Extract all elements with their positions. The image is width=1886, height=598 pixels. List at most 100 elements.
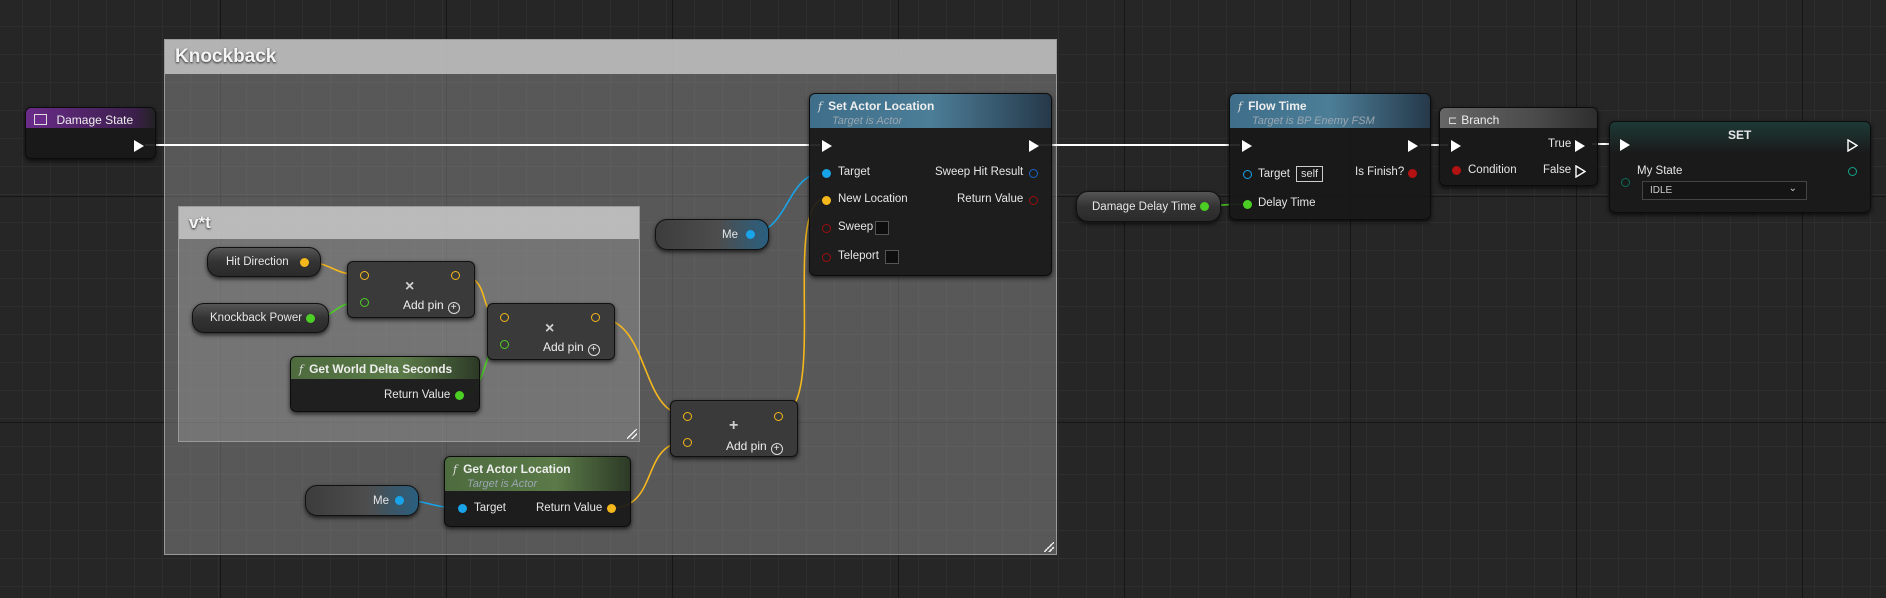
vector-out-pin[interactable]: [774, 412, 783, 421]
bool-in-pin[interactable]: [822, 253, 831, 262]
float-in-pin[interactable]: [1243, 200, 1252, 209]
sweep-label: Sweep: [838, 221, 874, 233]
false-label: False: [1543, 164, 1572, 176]
add-pin-label: Add pin: [543, 340, 584, 354]
byte-out-pin[interactable]: [1848, 167, 1857, 176]
resize-handle[interactable]: [627, 429, 637, 439]
damage-state-node[interactable]: Damage State: [25, 107, 156, 159]
exec-out-pin[interactable]: [1408, 140, 1418, 152]
add-pin-label: Add pin: [726, 439, 767, 453]
bool-out-pin[interactable]: [1029, 196, 1038, 205]
knockback-power-label: Knockback Power: [210, 312, 303, 324]
knockback-power-node[interactable]: Knockback Power: [192, 303, 329, 333]
exec-in-pin[interactable]: [1242, 140, 1252, 152]
bool-in-pin[interactable]: [822, 224, 831, 233]
get-actor-location-node[interactable]: f Get Actor Location Target is Actor Targ…: [444, 456, 631, 527]
add-pin-icon: +: [447, 302, 460, 314]
return-value-label: Return Value: [957, 193, 1024, 205]
flow-time-subtitle: Target is BP Enemy FSM: [1252, 115, 1375, 127]
float-out-pin[interactable]: [455, 391, 464, 400]
exec-out-pin[interactable]: [1029, 140, 1039, 152]
vector-out-pin[interactable]: [591, 313, 600, 322]
multiply-op-icon: ×: [405, 278, 415, 295]
return-value-label: Return Value: [384, 389, 451, 401]
add-pin-button[interactable]: Add pin +: [543, 340, 600, 356]
multiply-node-1[interactable]: × Add pin +: [347, 261, 475, 318]
float-out-pin[interactable]: [306, 314, 315, 323]
node-header: f Get World Delta Seconds: [291, 357, 479, 379]
vector-in-pin[interactable]: [500, 313, 509, 322]
sweep-hit-result-label: Sweep Hit Result: [935, 166, 1024, 178]
add-pin-icon: +: [587, 344, 600, 356]
my-state-value: IDLE: [1650, 185, 1673, 196]
function-icon: f: [818, 100, 823, 113]
teleport-label: Teleport: [838, 250, 879, 262]
object-in-pin[interactable]: [458, 504, 467, 513]
knockback-comment-title[interactable]: Knockback: [165, 40, 1056, 74]
hit-direction-label: Hit Direction: [226, 256, 289, 268]
resize-handle[interactable]: [1044, 542, 1054, 552]
set-actor-location-subtitle: Target is Actor: [832, 115, 903, 127]
vector-out-pin[interactable]: [451, 271, 460, 280]
flow-time-node[interactable]: f Flow Time Target is BP Enemy FSM Target…: [1229, 93, 1431, 220]
add-pin-button[interactable]: Add pin +: [403, 298, 460, 314]
target-self-field[interactable]: self: [1296, 166, 1324, 182]
object-out-pin[interactable]: [746, 230, 755, 239]
my-state-dropdown[interactable]: IDLE ⌄: [1642, 181, 1807, 200]
flow-time-title: Flow Time: [1248, 99, 1307, 113]
get-world-delta-seconds-node[interactable]: f Get World Delta Seconds Return Value: [290, 356, 480, 412]
multiply-op-icon: ×: [545, 320, 555, 337]
vector-in-pin[interactable]: [822, 196, 831, 205]
set-node[interactable]: SET My State IDLE ⌄: [1609, 121, 1871, 213]
set-title: SET: [1728, 128, 1752, 142]
new-location-label: New Location: [838, 193, 908, 205]
hit-direction-node[interactable]: Hit Direction: [207, 247, 321, 277]
me-node-bottom[interactable]: Me: [305, 485, 419, 516]
exec-in-pin[interactable]: [1451, 140, 1461, 152]
set-actor-location-title: Set Actor Location: [828, 99, 935, 113]
vector-out-pin[interactable]: [607, 504, 616, 513]
damage-delay-time-label: Damage Delay Time: [1092, 201, 1197, 213]
byte-in-pin[interactable]: [1621, 178, 1630, 187]
add-pin-button[interactable]: Add pin +: [726, 439, 783, 455]
exec-false-pin[interactable]: [1575, 165, 1586, 178]
vector-out-pin[interactable]: [300, 258, 309, 267]
exec-in-pin[interactable]: [822, 140, 832, 152]
sweep-checkbox[interactable]: [875, 221, 889, 235]
object-out-pin[interactable]: [395, 496, 404, 505]
me-node-top[interactable]: Me: [655, 219, 769, 250]
add-node[interactable]: + Add pin +: [670, 400, 798, 457]
bool-in-pin[interactable]: [1452, 166, 1461, 175]
me-label: Me: [373, 495, 389, 507]
bool-out-pin[interactable]: [1408, 169, 1417, 178]
vector-in-pin[interactable]: [360, 271, 369, 280]
exec-out-pin[interactable]: [134, 140, 144, 152]
branch-node[interactable]: ⊏ Branch True Condition False: [1439, 107, 1598, 186]
float-in-pin[interactable]: [360, 298, 369, 307]
multiply-node-2[interactable]: × Add pin +: [487, 303, 615, 360]
damage-delay-time-node[interactable]: Damage Delay Time: [1076, 191, 1221, 222]
float-out-pin[interactable]: [1200, 202, 1209, 211]
vt-comment-title[interactable]: v*t: [179, 207, 639, 239]
chevron-down-icon: ⌄: [1788, 183, 1797, 194]
is-finish-label: Is Finish?: [1355, 166, 1405, 178]
set-actor-location-node[interactable]: f Set Actor Location Target is Actor Targ…: [809, 93, 1052, 276]
vector-in-pin[interactable]: [683, 412, 692, 421]
vector-in-pin[interactable]: [683, 438, 692, 447]
get-world-delta-title: Get World Delta Seconds: [309, 362, 453, 376]
add-pin-label: Add pin: [403, 298, 444, 312]
object-in-pin[interactable]: [822, 169, 831, 178]
teleport-checkbox[interactable]: [885, 250, 899, 264]
node-header: f Flow Time Target is BP Enemy FSM: [1230, 94, 1430, 128]
struct-out-pin[interactable]: [1029, 169, 1038, 178]
object-in-pin[interactable]: [1243, 170, 1252, 179]
float-in-pin[interactable]: [500, 340, 509, 349]
node-header: f Set Actor Location Target is Actor: [810, 94, 1051, 128]
get-actor-location-subtitle: Target is Actor: [467, 478, 538, 490]
target-label: Target: [1258, 168, 1290, 180]
exec-out-pin[interactable]: [1847, 139, 1858, 152]
exec-true-pin[interactable]: [1575, 140, 1585, 152]
exec-in-pin[interactable]: [1620, 139, 1630, 151]
delay-time-label: Delay Time: [1258, 197, 1316, 209]
add-pin-icon: +: [770, 443, 783, 455]
